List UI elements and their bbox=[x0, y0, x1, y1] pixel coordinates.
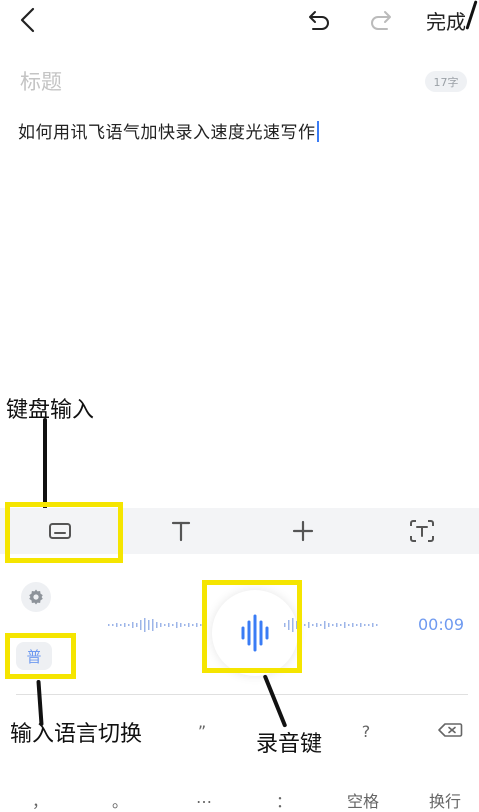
done-button[interactable]: 完成 bbox=[420, 4, 472, 36]
highlight-language-box bbox=[5, 633, 76, 679]
key-newline[interactable]: 换行 bbox=[420, 788, 470, 812]
title-input[interactable]: 标题 bbox=[20, 66, 62, 96]
plus-icon bbox=[292, 520, 314, 542]
redo-icon bbox=[371, 11, 391, 30]
undo-icon bbox=[309, 11, 329, 30]
char-count-badge: 17字 bbox=[425, 71, 467, 92]
annotation-keyboard-input: 键盘输入 bbox=[6, 398, 95, 423]
key-ellipsis[interactable]: … bbox=[190, 788, 218, 807]
backspace-key[interactable] bbox=[432, 722, 468, 742]
ocr-button[interactable] bbox=[364, 508, 479, 554]
key-question[interactable]: ? bbox=[354, 722, 378, 741]
undo-button[interactable] bbox=[298, 4, 338, 36]
backspace-icon bbox=[438, 723, 463, 737]
recording-timer: 00:09 bbox=[418, 615, 465, 634]
note-body[interactable]: 如何用讯飞语气加快录入速度光速写作 bbox=[18, 118, 319, 143]
highlight-keyboard-box bbox=[5, 502, 123, 563]
text-format-icon bbox=[171, 521, 191, 542]
highlight-record-box bbox=[202, 580, 302, 673]
key-period[interactable]: 。 bbox=[108, 788, 132, 812]
back-button[interactable] bbox=[10, 4, 46, 36]
redo-button[interactable] bbox=[362, 4, 402, 36]
note-body-text: 如何用讯飞语气加快录入速度光速写作 bbox=[18, 123, 316, 143]
annotation-record-key: 录音键 bbox=[256, 732, 323, 757]
voice-settings-button[interactable] bbox=[21, 582, 51, 612]
key-colon[interactable]: ： bbox=[272, 788, 296, 812]
annotation-language-switch: 输入语言切换 bbox=[10, 722, 143, 747]
annotation-stroke-record bbox=[262, 674, 288, 728]
text-caret bbox=[316, 121, 319, 142]
key-comma[interactable]: ， bbox=[28, 788, 52, 812]
insert-button[interactable] bbox=[242, 508, 364, 554]
gear-icon bbox=[29, 589, 43, 605]
key-quote[interactable]: ” bbox=[190, 722, 214, 741]
ocr-text-icon bbox=[409, 520, 434, 542]
keyboard-divider bbox=[16, 694, 468, 695]
text-format-button[interactable] bbox=[120, 508, 242, 554]
waveform-left bbox=[108, 618, 202, 632]
key-space[interactable]: 空格 bbox=[338, 788, 388, 812]
chevron-left-icon bbox=[20, 7, 35, 33]
